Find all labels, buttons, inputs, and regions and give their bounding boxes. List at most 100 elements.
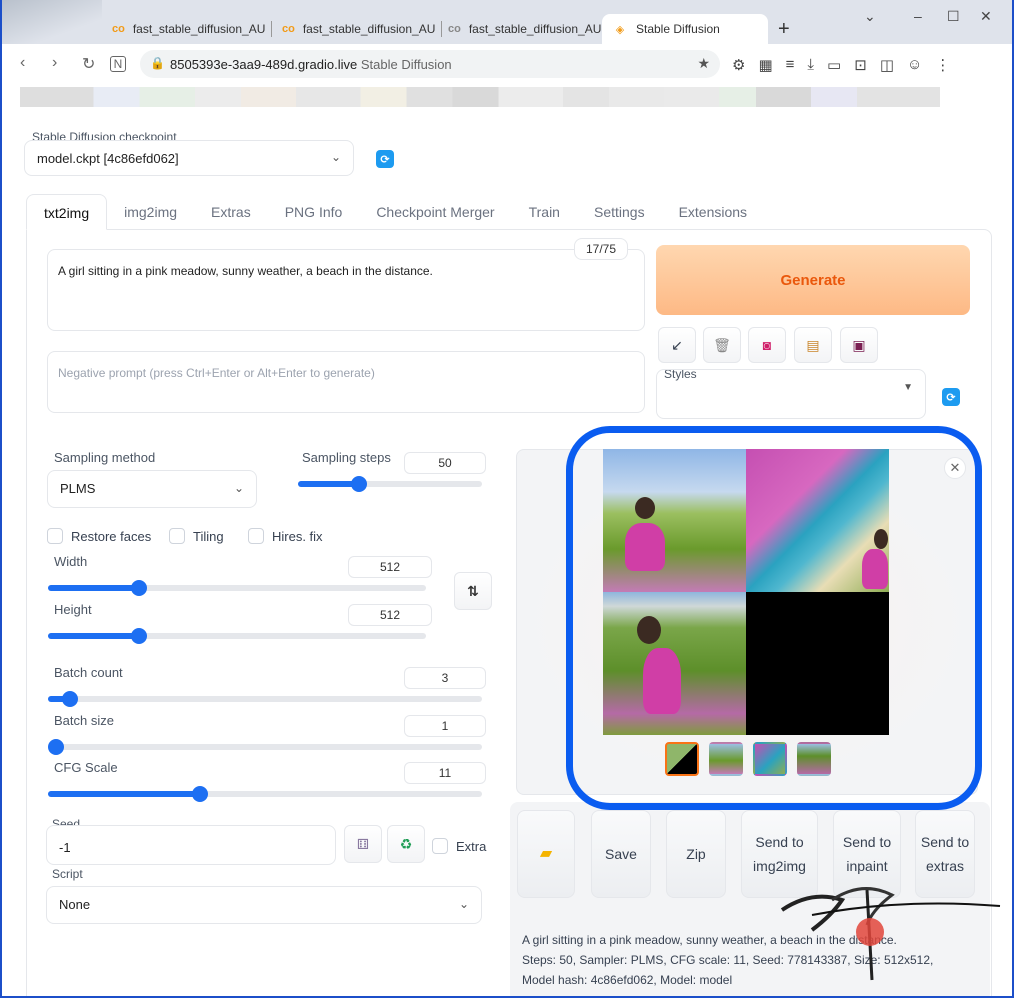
width-label: Width [54, 554, 88, 569]
height-input[interactable]: 512 [348, 604, 432, 626]
styles-dropdown[interactable]: ▼ [656, 369, 926, 419]
reload-icon[interactable]: ↻ [82, 54, 95, 74]
bookmarks-bar [2, 84, 1012, 110]
slider-fill [48, 585, 139, 591]
maximize-icon[interactable]: ☐ [947, 8, 960, 25]
tiling-checkbox[interactable]: Tiling [169, 528, 224, 544]
tab-txt2img[interactable]: txt2img [26, 194, 108, 230]
trash-icon[interactable]: 🗑 [703, 327, 741, 363]
slider-knob[interactable] [48, 739, 64, 755]
bookmark-star-icon[interactable]: ★ [697, 55, 710, 72]
height-slider[interactable] [48, 628, 426, 644]
restore-faces-checkbox[interactable]: Restore faces [47, 528, 151, 544]
tab-title: fast_stable_diffusion_AU [132, 22, 266, 36]
back-icon[interactable]: ‹ [20, 54, 25, 72]
save-button[interactable]: Save [591, 810, 651, 898]
download-icon[interactable]: ⤓ [807, 56, 814, 74]
prompt-textarea[interactable]: A girl sitting in a pink meadow, sunny w… [47, 249, 645, 331]
batch-size-input[interactable]: 1 [404, 715, 486, 737]
cfg-scale-slider[interactable] [48, 786, 482, 802]
gradio-icon: ◈ [615, 23, 625, 36]
menu-icon[interactable]: ⋮ [935, 56, 950, 74]
sampling-method-dropdown[interactable]: PLMS ⌄ [47, 470, 257, 508]
clipboard-icon[interactable]: ▤ [794, 327, 832, 363]
browser-tab-2[interactable]: co fast_stable_diffusion_AU [272, 14, 442, 44]
save-style-icon[interactable]: ▣ [840, 327, 878, 363]
batch-size-slider[interactable] [48, 739, 482, 755]
refresh-styles-icon[interactable]: ⟳ [942, 388, 960, 406]
tab-img2img[interactable]: img2img [107, 194, 194, 230]
width-input[interactable]: 512 [348, 556, 432, 578]
sampling-steps-label: Sampling steps [302, 450, 391, 465]
browser-tab-3[interactable]: co fast_stable_diffusion_AU [438, 14, 604, 44]
hires-fix-checkbox[interactable]: Hires. fix [248, 528, 323, 544]
slider-knob[interactable] [191, 786, 208, 802]
chevron-down-icon: ⌄ [330, 150, 341, 164]
checkbox-box[interactable] [47, 528, 63, 544]
lock-icon: 🔒 [150, 56, 165, 70]
profile-icon[interactable]: ☺ [907, 56, 922, 74]
sidepanel-icon[interactable]: ◫ [880, 56, 894, 74]
tab-train[interactable]: Train [512, 194, 577, 230]
script-dropdown[interactable]: None ⌄ [46, 886, 482, 924]
browser-tab-active[interactable]: ◈ Stable Diffusion [602, 14, 768, 44]
co-icon: co [448, 23, 461, 35]
cfg-scale-label: CFG Scale [54, 760, 118, 775]
cast-icon[interactable]: ▭ [827, 56, 841, 74]
screenshot-icon[interactable]: ⊡ [854, 56, 867, 74]
close-window-icon[interactable]: ✕ [980, 8, 992, 25]
browser-tab-1[interactable]: co fast_stable_diffusion_AU [102, 14, 272, 44]
height-label: Height [54, 602, 92, 617]
co-icon: co [112, 23, 125, 35]
tab-settings[interactable]: Settings [577, 194, 662, 230]
open-folder-icon[interactable]: ▰ [517, 810, 575, 898]
dice-icon[interactable]: ⚅ [344, 825, 382, 863]
refresh-checkpoint-icon[interactable]: ⟳ [376, 150, 394, 168]
chevron-down-icon: ⌄ [233, 481, 244, 495]
zip-button[interactable]: Zip [666, 810, 726, 898]
tab-title: fast_stable_diffusion_AU [302, 22, 436, 36]
tab-extras[interactable]: Extras [194, 194, 268, 230]
sampling-steps-slider[interactable] [298, 476, 482, 492]
checkbox-box[interactable] [248, 528, 264, 544]
checkbox-box[interactable] [169, 528, 185, 544]
paste-params-icon[interactable]: ↙ [658, 327, 696, 363]
negative-prompt-textarea[interactable]: Negative prompt (press Ctrl+Enter or Alt… [47, 351, 645, 413]
checkpoint-dropdown[interactable]: model.ckpt [4c86efd062] ⌄ [24, 140, 354, 176]
batch-size-label: Batch size [54, 713, 114, 728]
swap-dimensions-icon[interactable]: ⇅ [454, 572, 492, 610]
checkbox-box[interactable] [432, 838, 448, 854]
slider-knob[interactable] [350, 476, 367, 492]
bookmark-items[interactable] [20, 87, 940, 107]
extra-seed-checkbox[interactable]: Extra [432, 838, 486, 854]
browser-toolbar: ‹ › ↻ N 🔒 8505393e-3aa9-489d.gradio.live… [2, 44, 1012, 84]
seed-input[interactable]: -1 [46, 825, 336, 865]
forward-icon[interactable]: › [52, 54, 57, 72]
batch-count-input[interactable]: 3 [404, 667, 486, 689]
tab-search-icon[interactable]: ⌄ [864, 8, 876, 25]
batch-count-slider[interactable] [48, 691, 482, 707]
reading-list-icon[interactable]: ≡ [786, 56, 795, 74]
extension-icon[interactable]: ⚙ [732, 56, 745, 74]
slider-knob[interactable] [61, 691, 78, 707]
flag-icon[interactable]: ▦ [758, 56, 772, 74]
recycle-icon[interactable]: ♻ [387, 825, 425, 863]
tab-checkpoint-merger[interactable]: Checkpoint Merger [359, 194, 511, 230]
sampling-method-value: PLMS [60, 481, 96, 496]
sampling-steps-input[interactable]: 50 [404, 452, 486, 474]
tab-png-info[interactable]: PNG Info [268, 194, 360, 230]
slider-knob[interactable] [130, 628, 147, 644]
slider-fill [298, 481, 359, 487]
new-tab-icon[interactable]: + [778, 18, 790, 41]
notion-icon[interactable]: N [110, 56, 126, 72]
tab-extensions[interactable]: Extensions [662, 194, 764, 230]
window-icon [2, 0, 102, 44]
slider-knob[interactable] [130, 580, 147, 596]
minimize-icon[interactable]: – [914, 8, 922, 24]
width-slider[interactable] [48, 580, 426, 596]
cfg-scale-input[interactable]: 11 [404, 762, 486, 784]
generate-button[interactable]: Generate [656, 245, 970, 315]
extra-networks-icon[interactable]: ◙ [748, 327, 786, 363]
address-bar[interactable]: 🔒 8505393e-3aa9-489d.gradio.live Stable … [140, 50, 720, 78]
main-tabs: txt2img img2img Extras PNG Info Checkpoi… [26, 194, 764, 230]
